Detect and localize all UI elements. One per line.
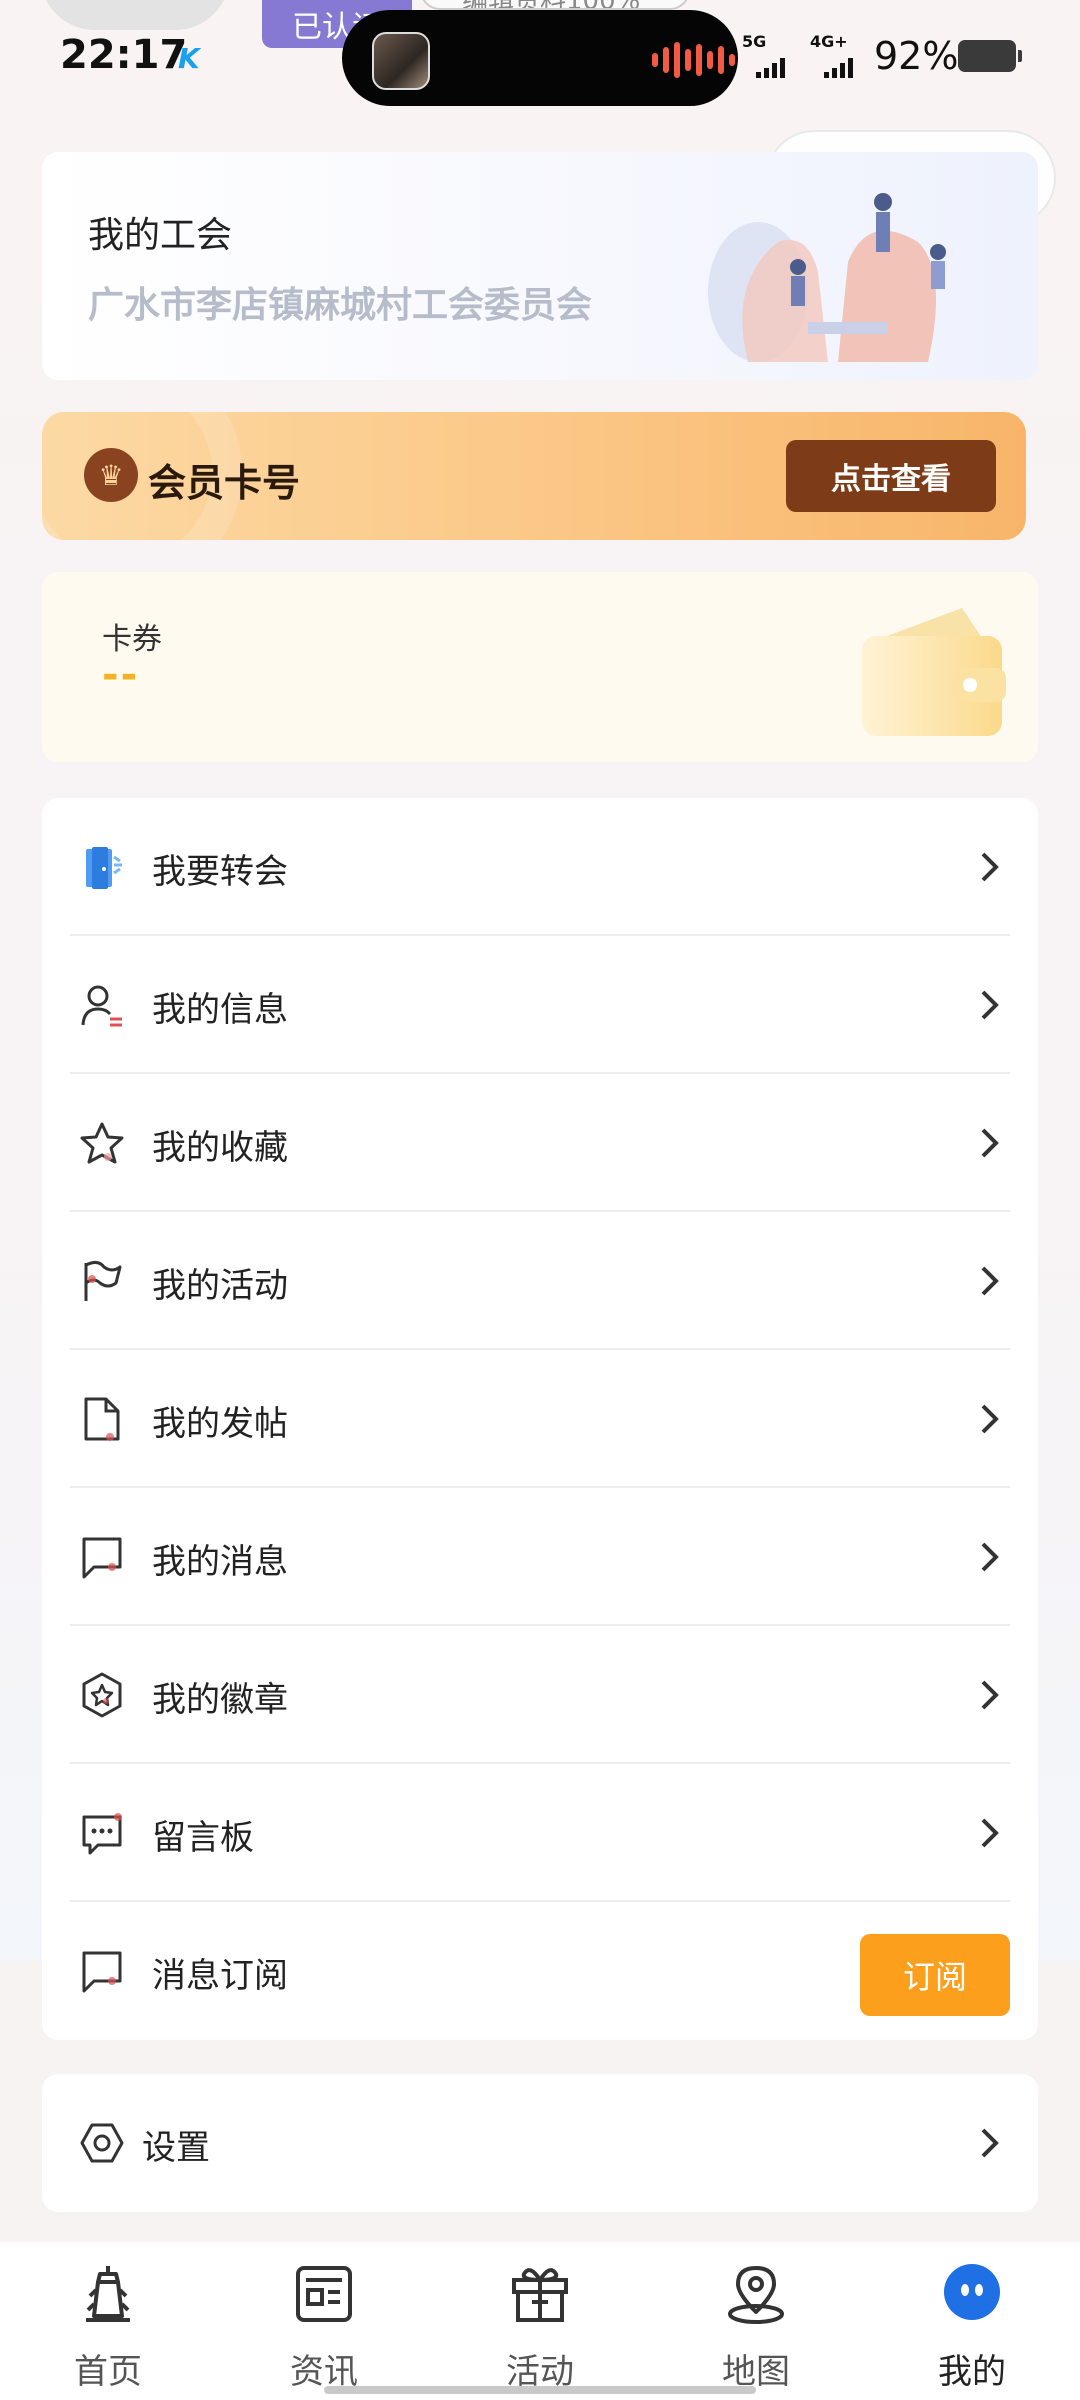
completeness-label: 编辑资料100% [462,0,640,8]
menu-label: 我的徽章 [152,1680,288,1720]
coupon-card[interactable]: 卡券 -- [42,572,1038,762]
document-icon [84,1397,120,1441]
menu-item-badges[interactable]: 我的徽章 [42,1626,1038,1764]
menu-label: 我要转会 [152,852,288,892]
tab-label: 首页 [74,2352,142,2392]
user-info-icon [81,985,122,1027]
union-illustration-icon [708,193,946,362]
menu-item-transfer[interactable]: 我要转会 [42,798,1038,936]
app-notification-icon: K [178,42,200,75]
menu-item-messages[interactable]: 我的消息 [42,1488,1038,1626]
tab-mine[interactable]: 我的 [892,2262,1052,2392]
tab-home[interactable]: 首页 [28,2262,188,2392]
home-indicator[interactable] [324,2386,756,2394]
message-icon [82,1951,122,1993]
chevron-right-icon [981,1542,999,1572]
view-card-button[interactable]: 点击查看 [786,440,996,512]
menu-item-favorites[interactable]: 我的收藏 [42,1074,1038,1212]
status-bar: 已认证 编辑资料100% 22:17 K 5G 4G+ 92% [0,0,1080,110]
album-art-icon [372,32,430,90]
menu-label: 我的消息 [152,1542,288,1582]
profile-completeness-badge[interactable]: 编辑资料100% [420,0,690,10]
menu-item-settings[interactable]: 设置 [42,2074,1038,2212]
menu-item-posts[interactable]: 我的发帖 [42,1350,1038,1488]
crown-icon: ♛ [84,448,138,502]
menu-item-message-board[interactable]: 留言板 [42,1764,1038,1902]
battery-icon [958,40,1022,72]
chevron-right-icon [981,990,999,1020]
flag-icon [84,1260,122,1301]
chevron-right-icon [981,1404,999,1434]
chevron-right-icon [981,1818,999,1848]
comment-board-icon [82,1813,122,1855]
profile-face-icon [944,2264,1000,2320]
menu-label: 我的发帖 [152,1404,288,1444]
gift-icon [512,2268,568,2322]
chevron-right-icon [981,1680,999,1710]
union-title: 我的工会 [88,215,233,256]
menu-label: 我的活动 [152,1266,288,1306]
menu-label: 留言板 [152,1818,254,1858]
audio-wave-icon [652,40,735,80]
chevron-right-icon [981,2128,999,2158]
battery-percent: 92% [874,34,959,78]
tab-activities[interactable]: 活动 [460,2262,620,2392]
badge-icon [82,1672,122,1718]
chevron-right-icon [981,1128,999,1158]
menu-item-message-subscription: 消息订阅 订阅 [42,1902,1038,2040]
home-tower-icon [86,2266,130,2322]
bottom-tab-bar: 首页 资讯 活动 地图 我的 [0,2242,1080,2400]
profile-avatar[interactable] [40,0,230,30]
menu-label: 消息订阅 [152,1956,288,1996]
transfer-door-icon [86,847,122,889]
news-icon [296,2266,352,2322]
my-union-card[interactable]: 我的工会 广水市李店镇麻城村工会委员会 [42,152,1038,380]
map-pin-icon [728,2266,784,2324]
member-card-label: 会员卡号 [148,461,301,505]
menu-item-my-info[interactable]: 我的信息 [42,936,1038,1074]
star-icon [80,1122,124,1164]
chevron-right-icon [981,1266,999,1296]
settings-hexagon-icon [80,2123,124,2163]
tab-map[interactable]: 地图 [676,2262,836,2392]
member-card-banner[interactable]: ♛ 会员卡号 点击查看 [42,412,1026,540]
menu-label: 设置 [142,2128,210,2168]
union-name: 广水市李店镇麻城村工会委员会 [88,285,593,326]
menu-label: 我的信息 [152,990,288,1030]
coupon-value: -- [102,652,140,698]
chevron-right-icon [981,852,999,882]
menu-list: 我要转会 我的信息 我的收藏 我的活动 我的发帖 我的消息 我的徽章 留言板 消… [42,798,1038,2040]
network-label-1: 5G [742,32,767,51]
dynamic-island-music[interactable] [342,10,738,106]
status-time: 22:17 [60,32,188,78]
tab-news[interactable]: 资讯 [244,2262,404,2392]
message-icon [82,1537,122,1579]
network-label-2: 4G+ [810,32,848,51]
menu-item-activities[interactable]: 我的活动 [42,1212,1038,1350]
tab-label: 我的 [938,2352,1006,2392]
wallet-icon [862,608,1006,736]
menu-label: 我的收藏 [152,1128,288,1168]
subscribe-button[interactable]: 订阅 [860,1934,1010,2016]
